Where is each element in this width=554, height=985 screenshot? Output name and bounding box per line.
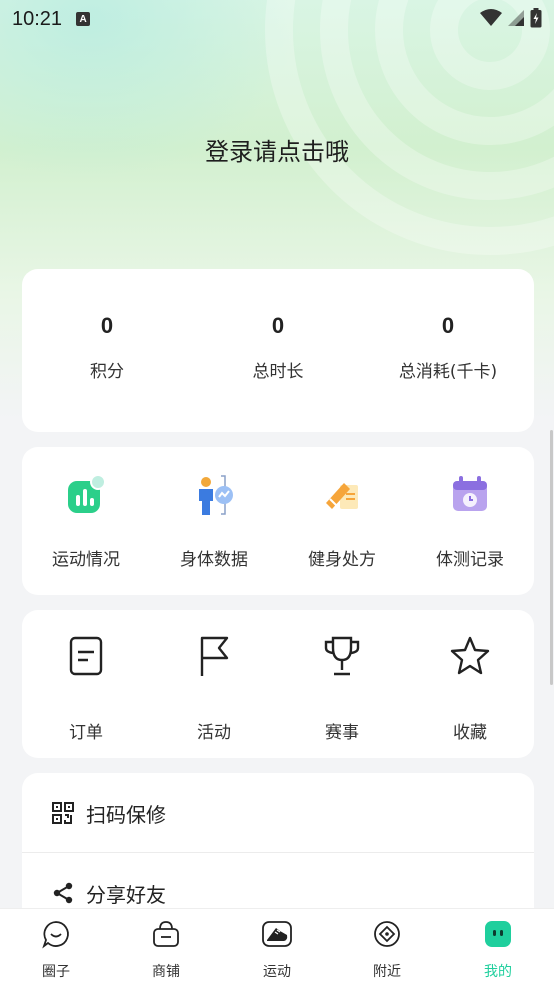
service-item-activity[interactable]: 活动 bbox=[150, 634, 278, 743]
tab-label: 圈子 bbox=[42, 964, 70, 980]
service-item-label: 收藏 bbox=[453, 723, 487, 743]
body-data-icon bbox=[199, 475, 233, 515]
stat-value: 0 bbox=[271, 313, 285, 338]
prescription-icon bbox=[326, 483, 358, 509]
list-item-label: 分享好友 bbox=[86, 882, 166, 907]
health-item-fitness-test[interactable]: 体测记录 bbox=[406, 473, 534, 570]
chat-bubble-icon bbox=[42, 921, 69, 949]
battery-icon bbox=[530, 8, 542, 28]
login-prompt[interactable]: 登录请点击哦 bbox=[0, 132, 554, 167]
bar-chart-icon bbox=[68, 474, 106, 513]
health-item-label: 运动情况 bbox=[52, 550, 120, 570]
health-tools-card: 运动情况 身体数据 健身处方 体测记录 bbox=[22, 447, 534, 595]
stats-card: 0 积分 0 总时长 0 总消耗(千卡) bbox=[22, 269, 534, 432]
service-item-order[interactable]: 订单 bbox=[22, 634, 150, 743]
compass-icon bbox=[374, 921, 400, 947]
basket-icon bbox=[153, 921, 179, 947]
notification-icon: A bbox=[76, 12, 91, 26]
stat-duration[interactable]: 0 总时长 bbox=[193, 313, 363, 382]
star-icon bbox=[450, 636, 490, 675]
stat-value: 0 bbox=[441, 313, 455, 338]
stat-label: 积分 bbox=[90, 362, 124, 382]
list-item-scan-repair[interactable]: 扫码保修 bbox=[22, 773, 534, 853]
stat-calories[interactable]: 0 总消耗(千卡) bbox=[363, 313, 533, 382]
stat-label: 总消耗(千卡) bbox=[398, 362, 498, 382]
stat-label: 总时长 bbox=[252, 362, 304, 382]
list-item-label: 扫码保修 bbox=[86, 802, 166, 827]
wifi-icon bbox=[480, 9, 502, 26]
profile-icon bbox=[485, 921, 511, 947]
signal-icon bbox=[508, 10, 524, 26]
qr-code-icon bbox=[52, 802, 74, 824]
tab-nearby[interactable]: 附近 bbox=[332, 919, 442, 981]
status-bar: 10:21 A bbox=[0, 0, 554, 38]
service-item-label: 订单 bbox=[69, 723, 103, 743]
service-item-label: 活动 bbox=[197, 723, 231, 743]
health-item-exercise[interactable]: 运动情况 bbox=[22, 473, 150, 570]
health-item-body-data[interactable]: 身体数据 bbox=[150, 473, 278, 570]
tab-sport[interactable]: 运动 bbox=[222, 919, 332, 981]
bottom-tab-bar: 圈子 商铺 运动 附近 我的 bbox=[0, 908, 554, 985]
health-item-label: 身体数据 bbox=[180, 550, 248, 570]
service-item-competition[interactable]: 赛事 bbox=[278, 634, 406, 743]
tab-label: 运动 bbox=[263, 964, 291, 980]
order-icon bbox=[69, 636, 103, 676]
tab-shop[interactable]: 商铺 bbox=[111, 919, 221, 981]
stat-value: 0 bbox=[100, 313, 114, 338]
service-item-favorites[interactable]: 收藏 bbox=[406, 634, 534, 743]
stat-points[interactable]: 0 积分 bbox=[22, 313, 192, 382]
health-item-label: 健身处方 bbox=[308, 550, 376, 570]
scrollbar[interactable] bbox=[550, 430, 553, 685]
tab-label: 附近 bbox=[373, 964, 401, 980]
calendar-record-icon bbox=[453, 476, 487, 511]
share-icon bbox=[53, 882, 73, 904]
tab-mine[interactable]: 我的 bbox=[443, 919, 553, 981]
tab-label: 我的 bbox=[484, 964, 512, 980]
health-item-prescription[interactable]: 健身处方 bbox=[278, 473, 406, 570]
service-item-label: 赛事 bbox=[325, 723, 359, 743]
services-card: 订单 活动 赛事 收藏 bbox=[22, 610, 534, 758]
tab-label: 商铺 bbox=[152, 964, 180, 980]
tab-circle[interactable]: 圈子 bbox=[1, 919, 111, 981]
flag-icon bbox=[200, 636, 229, 676]
status-time: 10:21 bbox=[12, 7, 63, 30]
trophy-icon bbox=[324, 636, 360, 676]
health-item-label: 体测记录 bbox=[436, 550, 504, 570]
sneaker-icon bbox=[262, 921, 292, 947]
